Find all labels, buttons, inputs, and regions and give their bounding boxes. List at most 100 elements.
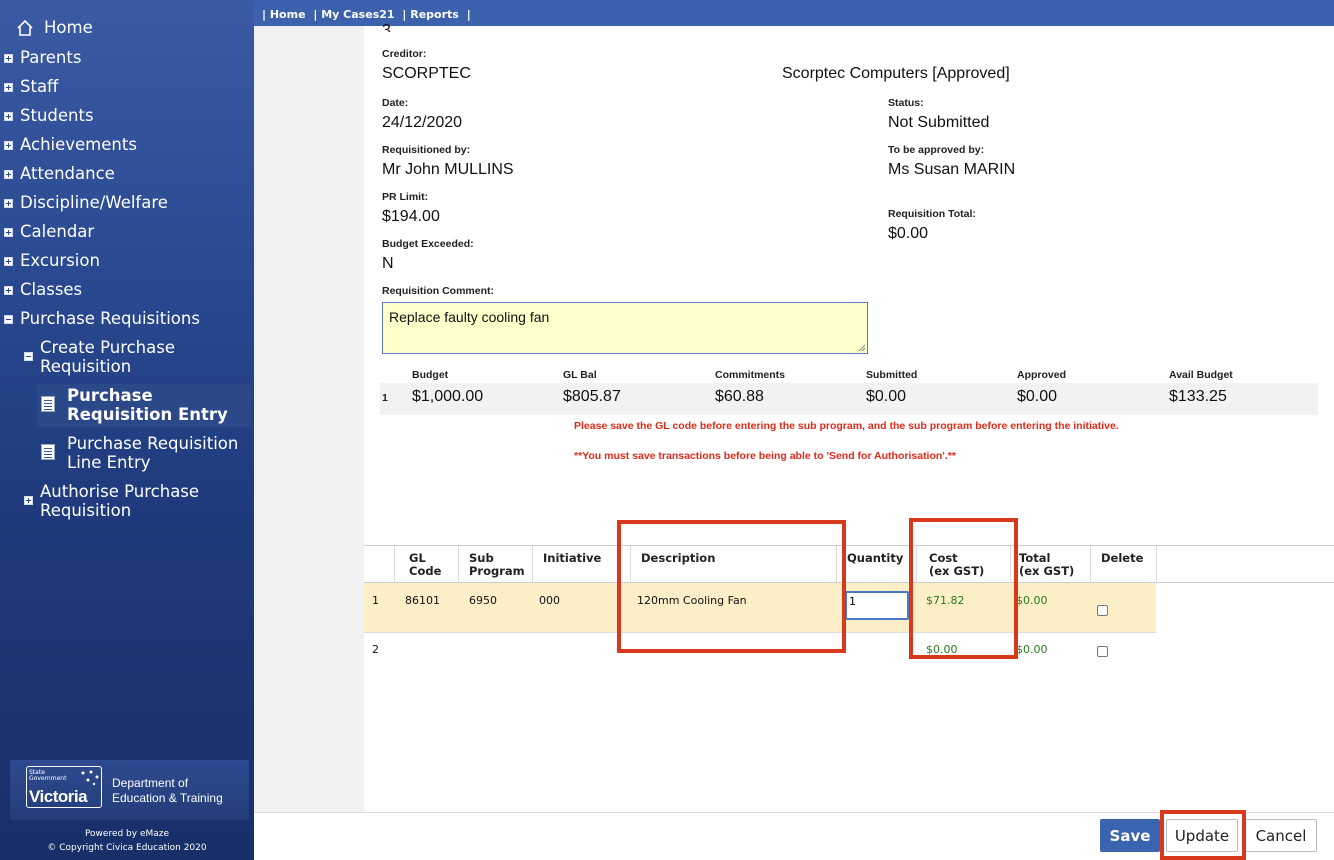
expand-icon[interactable] xyxy=(4,228,13,237)
highlight-box-description xyxy=(617,520,846,653)
highlight-box-update xyxy=(1160,810,1246,860)
sidebar-item-label: Excursion xyxy=(20,251,100,270)
cancel-button[interactable]: Cancel xyxy=(1245,819,1317,852)
expand-icon[interactable] xyxy=(4,170,13,179)
avail-budget-header: Avail Budget xyxy=(1169,369,1233,381)
collapse-icon[interactable] xyxy=(4,315,13,324)
sidebar-item-discipline[interactable]: Discipline/Welfare xyxy=(0,193,168,212)
creditor-value: SCORPTEC xyxy=(382,65,471,82)
approver-value: Ms Susan MARIN xyxy=(888,161,1016,178)
sidebar-item-label: Achievements xyxy=(20,135,137,154)
budget-exceeded-label: Budget Exceeded: xyxy=(382,238,474,250)
approved-header: Approved xyxy=(1017,369,1067,381)
sub-program-cell[interactable]: 6950 xyxy=(469,594,497,607)
sidebar-item-parents[interactable]: Parents xyxy=(0,48,81,67)
document-icon xyxy=(41,396,55,412)
sidebar-item-label: Calendar xyxy=(20,222,95,241)
sidebar-item-label: Parents xyxy=(20,48,82,67)
delete-header: Delete xyxy=(1101,551,1144,565)
sidebar-item-purchase-requisition-line-entry[interactable]: Purchase Requisition Line Entry xyxy=(37,434,251,472)
initiative-header: Initiative xyxy=(543,551,602,565)
date-label: Date: xyxy=(382,97,409,109)
creditor-name: Scorptec Computers [Approved] xyxy=(782,65,1010,82)
warning-message: Please save the GL code before entering … xyxy=(574,420,1119,432)
gl-code-cell[interactable]: 86101 xyxy=(405,594,440,607)
pr-limit-label: PR Limit: xyxy=(382,191,429,203)
row-number: 1 xyxy=(372,594,379,607)
sidebar-item-label: Home xyxy=(44,18,93,37)
commitments-header: Commitments xyxy=(715,369,786,381)
sidebar-item-excursion[interactable]: Excursion xyxy=(0,251,100,270)
pr-limit-value: $194.00 xyxy=(382,208,440,225)
requisition-total-label: Requisition Total: xyxy=(888,208,976,220)
department-logo: State Government Victoria Department of … xyxy=(10,760,249,820)
highlight-box-cost xyxy=(909,518,1018,659)
partial-field-value: 3 xyxy=(382,22,391,32)
sidebar-item-label: Authorise Purchase Requisition xyxy=(40,482,200,520)
sidebar-item-achievements[interactable]: Achievements xyxy=(0,135,137,154)
expand-icon[interactable] xyxy=(4,199,13,208)
collapse-icon[interactable] xyxy=(24,352,33,361)
nav-link-reports[interactable]: | Reports xyxy=(402,8,458,21)
left-gutter xyxy=(254,26,364,812)
initiative-cell[interactable]: 000 xyxy=(539,594,560,607)
sidebar-item-purchase-requisition-entry[interactable]: Purchase Requisition Entry xyxy=(37,384,251,427)
sidebar-item-attendance[interactable]: Attendance xyxy=(0,164,115,183)
nav-link-my-cases21[interactable]: | My Cases21 xyxy=(313,8,394,21)
save-button[interactable]: Save xyxy=(1100,819,1160,852)
status-label: Status: xyxy=(888,97,924,109)
budget-header: Budget xyxy=(412,369,449,381)
sidebar-item-label: Classes xyxy=(20,280,83,299)
sidebar-item-authorise-purchase-requisition[interactable]: Authorise Purchase Requisition xyxy=(20,482,240,520)
expand-icon[interactable] xyxy=(4,257,13,266)
nav-link-home[interactable]: | Home xyxy=(262,8,306,21)
expand-icon[interactable] xyxy=(4,286,13,295)
home-icon xyxy=(17,19,33,36)
sidebar-item-students[interactable]: Students xyxy=(0,106,94,125)
requisition-total-value: $0.00 xyxy=(888,225,929,242)
total-header: Total (ex GST) xyxy=(1019,551,1075,578)
expand-icon[interactable] xyxy=(24,496,33,505)
sidebar-item-calendar[interactable]: Calendar xyxy=(0,222,94,241)
copyright: © Copyright Civica Education 2020 xyxy=(47,843,207,853)
document-icon xyxy=(41,444,55,460)
star-icon xyxy=(81,770,99,786)
creditor-label: Creditor: xyxy=(382,48,427,60)
expand-icon[interactable] xyxy=(4,83,13,92)
sidebar-item-label: Purchase Requisition Line Entry xyxy=(67,434,239,472)
budget-value: $1,000.00 xyxy=(412,388,484,405)
submitted-header: Submitted xyxy=(866,369,918,381)
delete-checkbox[interactable] xyxy=(1097,605,1108,616)
nav-separator: | xyxy=(466,8,471,21)
warning-message: **You must save transactions before bein… xyxy=(574,450,956,462)
delete-checkbox[interactable] xyxy=(1097,646,1108,657)
sidebar-item-staff[interactable]: Staff xyxy=(0,77,58,96)
approver-label: To be approved by: xyxy=(888,144,985,156)
sidebar-item-label: Discipline/Welfare xyxy=(20,193,168,212)
sidebar-item-classes[interactable]: Classes xyxy=(0,280,82,299)
gl-bal-header: GL Bal xyxy=(563,369,597,381)
submitted-value: $0.00 xyxy=(866,388,907,405)
budget-row-number: 1 xyxy=(382,392,388,404)
expand-icon[interactable] xyxy=(4,141,13,150)
requisition-comment-label: Requisition Comment: xyxy=(382,285,494,297)
line-grid-header: GL Code Sub Program Initiative Description… xyxy=(364,545,1334,583)
quantity-header: Quantity xyxy=(847,551,904,565)
requisition-comment-field[interactable]: Replace faulty cooling fan xyxy=(382,302,868,354)
powered-by: Powered by eMaze xyxy=(84,829,170,839)
sidebar: Home Parents Staff Students Achievements… xyxy=(0,0,254,860)
requisitioned-by-value: Mr John MULLINS xyxy=(382,161,514,178)
sub-program-header: Sub Program xyxy=(469,551,525,578)
sidebar-item-purchase-requisitions[interactable]: Purchase Requisitions xyxy=(0,309,200,328)
victoria-logo: State Government Victoria xyxy=(26,766,102,808)
avail-budget-value: $133.25 xyxy=(1169,388,1227,405)
sidebar-item-label: Create Purchase Requisition xyxy=(40,338,175,376)
commitments-value: $60.88 xyxy=(715,388,764,405)
sidebar-item-create-purchase-requisition[interactable]: Create Purchase Requisition xyxy=(20,338,240,376)
quantity-input[interactable]: 1 xyxy=(845,591,909,620)
expand-icon[interactable] xyxy=(4,54,13,63)
expand-icon[interactable] xyxy=(4,112,13,121)
resize-handle-icon[interactable] xyxy=(858,344,866,352)
sidebar-item-home[interactable]: Home xyxy=(0,18,93,37)
gl-code-header: GL Code xyxy=(409,551,442,578)
